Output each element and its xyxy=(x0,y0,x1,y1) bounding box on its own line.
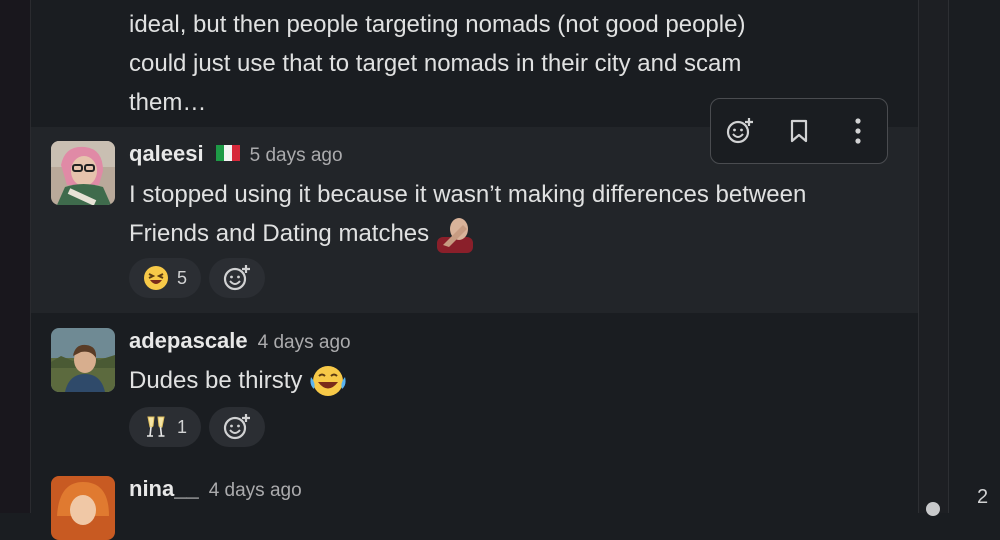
reaction-count: 1 xyxy=(177,416,188,437)
message-text: Dudes be thirsty xyxy=(129,361,889,400)
reaction-count: 5 xyxy=(177,267,188,288)
facepalm-emoji-icon xyxy=(437,217,474,253)
side-panel-edge xyxy=(948,0,1000,513)
add-reaction-icon xyxy=(223,414,251,440)
avatar-adepascale[interactable] xyxy=(51,328,115,392)
avatar-nina[interactable] xyxy=(51,476,115,540)
italy-flag-icon xyxy=(215,145,240,161)
laughing-emoji-icon xyxy=(144,266,168,290)
add-reaction-toolbar-button[interactable] xyxy=(720,111,760,151)
reactions-bar: 5 xyxy=(129,258,266,298)
tears-of-joy-emoji-icon xyxy=(310,365,346,396)
username[interactable]: qaleesi xyxy=(129,141,204,167)
add-reaction-icon xyxy=(727,118,754,144)
message-header: nina__ 4 days ago xyxy=(129,476,302,502)
timestamp[interactable]: 5 days ago xyxy=(250,145,343,167)
text-line-content: Dudes be thirsty xyxy=(129,367,303,394)
username[interactable]: adepascale xyxy=(129,328,248,354)
text-line: could just use that to target nomads in … xyxy=(129,50,742,77)
add-reaction-button[interactable] xyxy=(209,407,266,447)
timestamp[interactable]: 4 days ago xyxy=(209,480,302,502)
scrollbar-thumb[interactable] xyxy=(926,502,940,516)
text-line-content: Friends and Dating matches xyxy=(129,220,430,247)
reaction-pill[interactable]: 1 xyxy=(129,407,202,447)
text-line: I stopped using it because it wasn’t mak… xyxy=(129,181,807,208)
page-number: 2 xyxy=(977,486,989,508)
bookmark-icon xyxy=(790,119,808,143)
reaction-pill[interactable]: 5 xyxy=(129,258,202,298)
text-line: ideal, but then people targeting nomads … xyxy=(129,11,746,38)
workspace-sidebar-edge xyxy=(0,0,31,513)
message-text: I stopped using it because it wasn’t mak… xyxy=(129,175,889,253)
more-actions-icon xyxy=(855,118,861,144)
avatar-qaleesi[interactable] xyxy=(51,141,115,205)
add-reaction-icon xyxy=(223,265,251,291)
scrollbar-track[interactable] xyxy=(918,0,949,513)
text-line: Friends and Dating matches xyxy=(129,214,889,253)
message-actions-toolbar xyxy=(710,98,888,164)
add-reaction-button[interactable] xyxy=(209,258,266,298)
username[interactable]: nina__ xyxy=(129,476,199,502)
text-line: Dudes be thirsty xyxy=(129,361,889,400)
message-header: adepascale 4 days ago xyxy=(129,328,351,354)
message-header: qaleesi 5 days ago xyxy=(129,141,343,167)
timestamp[interactable]: 4 days ago xyxy=(258,332,351,354)
champagne-glasses-icon xyxy=(147,416,165,437)
save-for-later-button[interactable] xyxy=(779,111,819,151)
more-actions-button[interactable] xyxy=(838,111,878,151)
reactions-bar: 1 xyxy=(129,407,266,447)
